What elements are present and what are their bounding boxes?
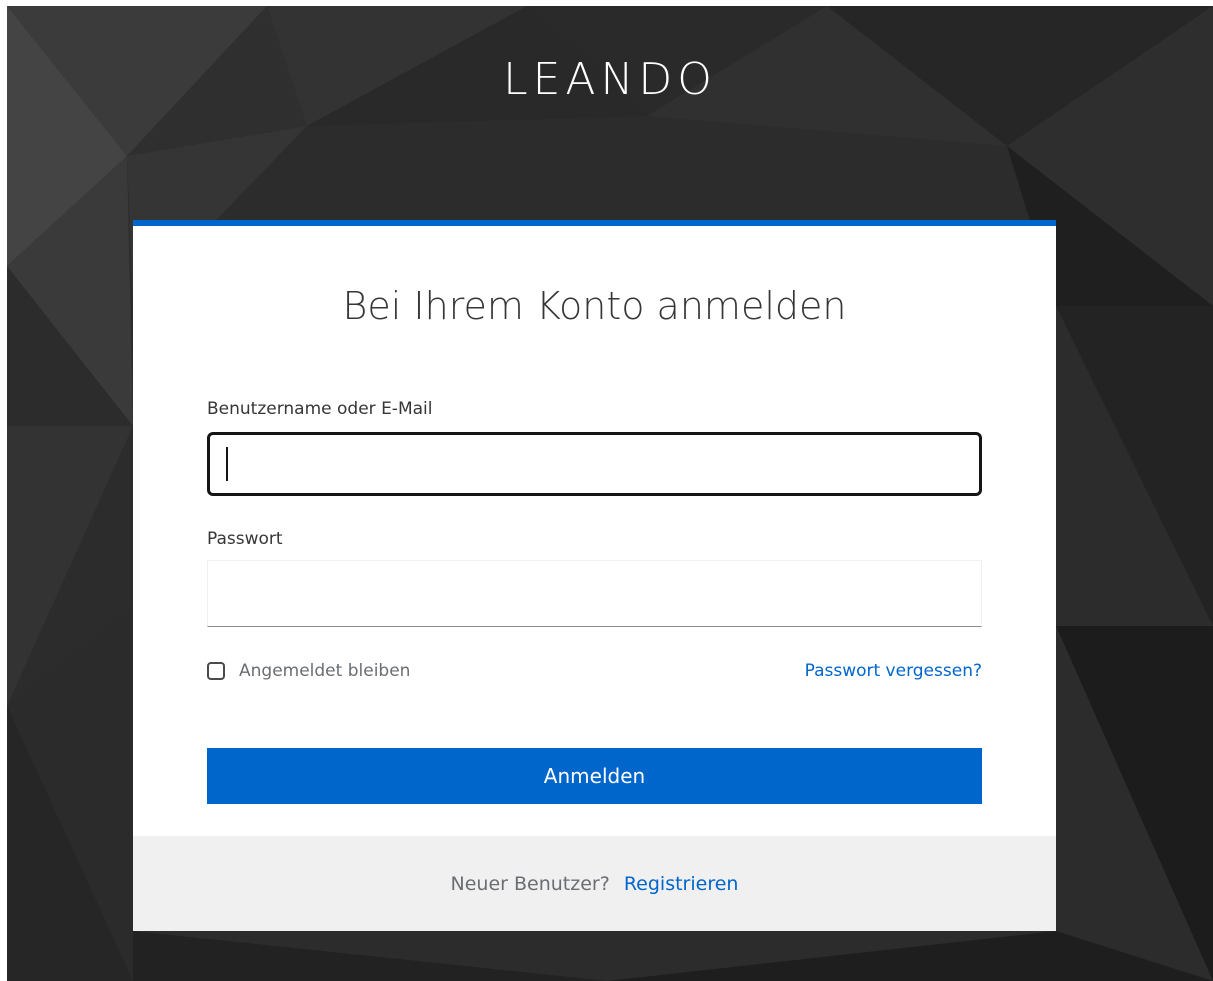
- forgot-password-link[interactable]: Passwort vergessen?: [805, 661, 982, 681]
- card-footer: Neuer Benutzer? Registrieren: [133, 836, 1056, 931]
- username-input[interactable]: [207, 432, 982, 496]
- password-input[interactable]: [207, 560, 982, 627]
- remember-me-label[interactable]: Angemeldet bleiben: [239, 661, 410, 681]
- login-page: LEANDO Bei Ihrem Konto anmelden Benutzer…: [7, 6, 1213, 981]
- register-link[interactable]: Registrieren: [624, 873, 739, 895]
- new-user-text: Neuer Benutzer?: [450, 872, 610, 895]
- username-label: Benutzername oder E-Mail: [207, 399, 433, 419]
- login-button[interactable]: Anmelden: [207, 748, 982, 804]
- brand-logo: LEANDO: [503, 54, 717, 105]
- remember-me[interactable]: Angemeldet bleiben: [207, 661, 410, 681]
- password-label: Passwort: [207, 529, 283, 549]
- page-title: Bei Ihrem Konto anmelden: [342, 284, 847, 328]
- text-cursor: [226, 447, 228, 481]
- checkbox-unchecked-icon[interactable]: [207, 662, 225, 680]
- login-card: Bei Ihrem Konto anmelden Benutzername od…: [133, 220, 1056, 931]
